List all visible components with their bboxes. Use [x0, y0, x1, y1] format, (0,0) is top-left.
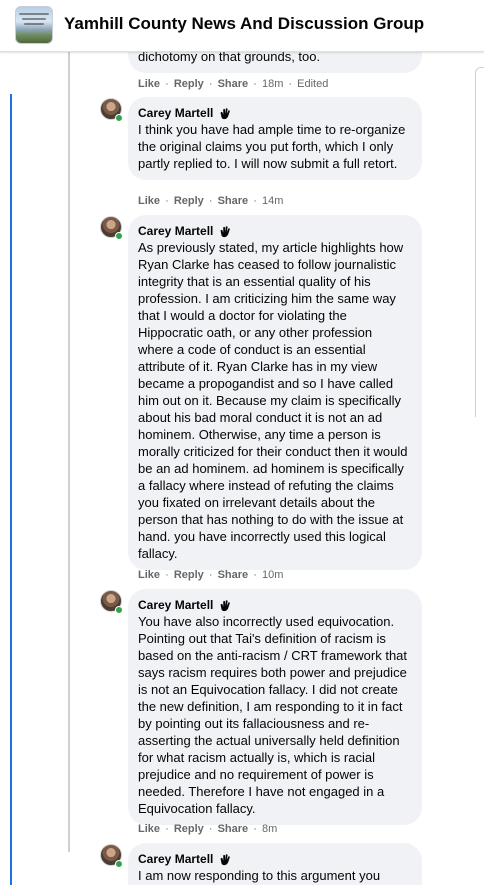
comment-text: As previously stated, my article highlig… [138, 240, 408, 561]
online-status-dot [115, 114, 123, 122]
group-title[interactable]: Yamhill County News And Discussion Group [64, 14, 424, 34]
comment-bubble: dichotomy on that grounds, too. [128, 52, 422, 73]
comment-thread: dichotomy on that grounds, too. Like · R… [0, 52, 484, 885]
group-header: Yamhill County News And Discussion Group [0, 0, 484, 52]
like-button[interactable]: Like [138, 195, 160, 207]
comment-text: I think you have had ample time to re-or… [138, 122, 406, 171]
reply-button[interactable]: Reply [174, 78, 204, 90]
comment-author[interactable]: Carey Martell [138, 106, 213, 120]
comment-actions: Like · Reply · Share · 8m [138, 823, 278, 835]
comment-actions: Like · Reply · Share · 18m · Edited [138, 78, 329, 90]
top-fan-badge-icon [221, 853, 231, 865]
online-status-dot [115, 860, 123, 868]
comment-timestamp[interactable]: 14m [262, 195, 283, 207]
comment-actions: Like · Reply · Share · 10m [138, 569, 284, 581]
comment-text: dichotomy on that grounds, too. [138, 52, 321, 64]
thread-highlight-bar [10, 94, 12, 885]
like-button[interactable]: Like [138, 78, 160, 90]
group-cover-thumbnail[interactable] [15, 6, 53, 44]
share-button[interactable]: Share [218, 78, 249, 90]
comment-author[interactable]: Carey Martell [138, 598, 213, 612]
comment-bubble: Carey Martell You have also incorrectly … [128, 589, 422, 825]
top-fan-badge-icon [221, 225, 231, 237]
share-button[interactable]: Share [218, 195, 249, 207]
comment-author[interactable]: Carey Martell [138, 224, 213, 238]
comment-timestamp[interactable]: 10m [262, 569, 283, 581]
side-panel-edge [475, 67, 484, 417]
reply-button[interactable]: Reply [174, 823, 204, 835]
comment-author[interactable]: Carey Martell [138, 852, 213, 866]
comment-bubble: Carey Martell I think you have had ample… [128, 97, 422, 180]
comment-bubble: Carey Martell I am now responding to thi… [128, 843, 422, 885]
online-status-dot [115, 606, 123, 614]
comment-bubble: Carey Martell As previously stated, my a… [128, 215, 422, 570]
comment-actions: Like · Reply · Share · 14m [138, 195, 284, 207]
comment-text: You have also incorrectly used equivocat… [138, 614, 408, 816]
like-button[interactable]: Like [138, 823, 160, 835]
top-fan-badge-icon [221, 107, 231, 119]
top-fan-badge-icon [221, 599, 231, 611]
share-button[interactable]: Share [218, 569, 249, 581]
share-button[interactable]: Share [218, 823, 249, 835]
like-button[interactable]: Like [138, 569, 160, 581]
online-status-dot [115, 232, 123, 240]
thread-connector-line [68, 52, 70, 852]
edited-label: Edited [297, 78, 329, 90]
comment-timestamp[interactable]: 18m [262, 78, 283, 90]
comment-timestamp[interactable]: 8m [262, 823, 277, 835]
reply-button[interactable]: Reply [174, 195, 204, 207]
comment-text: I am now responding to this argument you [138, 868, 381, 883]
reply-button[interactable]: Reply [174, 569, 204, 581]
